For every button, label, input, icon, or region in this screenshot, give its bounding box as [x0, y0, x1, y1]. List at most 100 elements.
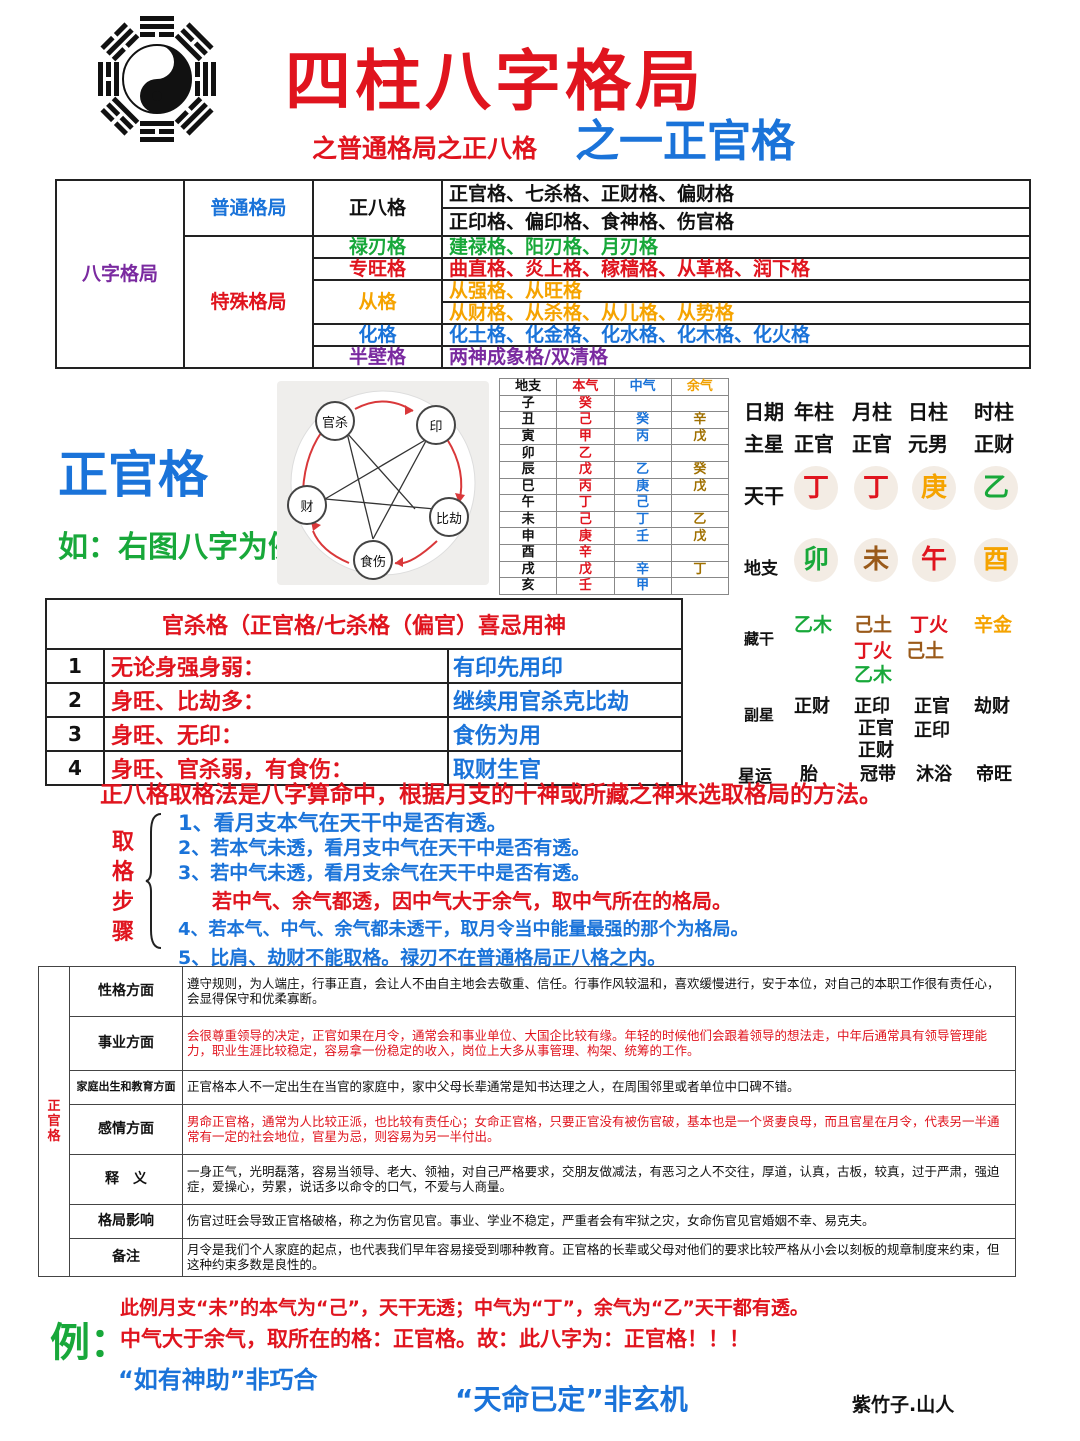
canggan-label: 藏干	[744, 630, 775, 648]
special-value-1: 曲直格、炎上格、稼穑格、从革格、润下格	[441, 257, 1031, 281]
xiji-row-number: 1	[45, 648, 105, 684]
hidden-stems-cell: 甲	[613, 577, 672, 595]
example-note: 如：右图八字为例	[58, 530, 298, 565]
xiji-condition: 无论身强身弱：	[103, 648, 449, 684]
conclusion-line-1: 此例月支“未”的本气为“己”，天干无透；中气为“丁”，余气为“乙”天干都有透。	[120, 1297, 809, 1319]
hidden-stems-cell	[670, 494, 730, 512]
hidden-stems-cell: 丙	[613, 427, 672, 446]
hidden-stems-row: 辰戊乙癸	[498, 460, 730, 479]
traits-value: 会很尊重领导的决定，正官如果在月令，通常会和事业单位、大国企比较有缘。年轻的时候…	[182, 1016, 1016, 1071]
traits-row: 释 义一身正气，光明磊落，容易当领导、老大、领袖，对自己严格要求，交朋友做减法，…	[39, 1154, 1016, 1205]
hidden-stems-cell: 戊	[556, 460, 615, 479]
xiji-table: 官杀格（正官格/七杀格（偏官）喜忌用神 1 无论身强身弱： 有印先用印 2 身旺、比劫多…	[45, 598, 683, 786]
fuxing-label: 副星	[744, 706, 775, 724]
canggan-item: 乙木	[794, 614, 833, 636]
hidden-stems-table: 地支 本气 中气 余气 子癸丑己癸辛寅甲丙戊卯乙辰戊乙癸巳丙庚戊午丁己未己丁乙申庚壬戊…	[498, 378, 730, 595]
hidden-stems-cell	[670, 543, 730, 562]
hidden-stems-row: 子癸	[498, 394, 730, 413]
traits-key: 感情方面	[69, 1104, 183, 1155]
fuxing-item: 正印	[914, 720, 950, 741]
fuxing-item: 正财	[858, 740, 894, 761]
hidden-stems-cell: 丁	[670, 560, 730, 579]
hidden-stems-cell: 己	[613, 494, 672, 512]
hidden-stems-cell: 酉	[498, 543, 558, 562]
hidden-stems-cell: 未	[498, 510, 558, 529]
traits-key: 事业方面	[69, 1016, 183, 1071]
special-label: 特殊格局	[183, 235, 314, 369]
xiji-condition: 身旺、无印：	[103, 716, 449, 752]
canggan-item: 丁火	[854, 640, 893, 662]
traits-row: 格局影响 伤官过旺会导致正官格破格，称之为伤官见官。事业、学业不稳定，严重者会有牢…	[39, 1204, 1016, 1239]
hidden-stems-cell: 辛	[670, 411, 730, 429]
hidden-stems-cell: 子	[498, 394, 558, 413]
quote-2: “天命已定”非玄机	[455, 1383, 688, 1416]
method-steps: 1、看月支本气在天干中是否有透。 2、若本气未透，看月支中气在天干中是否有透。 …	[178, 810, 1058, 972]
hidden-stems-cell: 辛	[556, 543, 615, 562]
canggan-item: 己土	[854, 614, 893, 636]
special-name-0: 禄刃格	[312, 235, 443, 259]
wheel-node-cai: 财	[300, 500, 314, 515]
chart-main-star: 正官	[852, 432, 892, 456]
classification-root: 八字格局	[55, 179, 185, 369]
hidden-stems-cell: 丑	[498, 411, 558, 429]
fuxing-item: 正财	[794, 696, 830, 717]
wheel-node-bijie: 比劫	[435, 512, 462, 527]
traits-row: 正官格性格方面 遵守规则，为人端庄，行事正直，会让人不由自主地会去敬重、信任。行事…	[38, 966, 1016, 1277]
ordinary-label: 普通格局	[183, 179, 314, 237]
hidden-stems-cell: 壬	[613, 527, 672, 545]
hidden-stems-row: 酉辛	[498, 543, 730, 562]
traits-row: 感情方面 男命正官格，通常为人比较正派，也比较有责任心；女命正官格，只要正官没有被…	[39, 1104, 1016, 1155]
method-step-3: 3、若中气未透，看月支余气在天干中是否有透。	[178, 862, 591, 884]
hidden-stems-row: 戌戊辛丁	[498, 560, 730, 579]
traits-row: 家庭出生和教育方面 正官格本人不一定出生在当官的家庭中，家中父母长辈通常是知书达理…	[39, 1070, 1016, 1105]
dizhi-label: 地支	[744, 559, 778, 579]
ordinary-sub: 正八格	[312, 179, 443, 237]
special-value-2b: 从财格、从杀格、从儿格、从势格	[441, 301, 1031, 325]
dizhi-circle: 酉	[974, 538, 1018, 582]
hidden-stems-cell: 丁	[556, 494, 615, 512]
hidden-stems-row: 寅甲丙戊	[498, 427, 730, 446]
special-name-2: 从格	[312, 279, 443, 325]
hidden-stems-cell	[670, 444, 730, 462]
canggan-item: 己土	[906, 640, 945, 662]
conclusion-line-2: 中气大于余气，取所在的格：正官格。故：此八字为：正官格！！！	[120, 1327, 750, 1351]
hidden-stems-cell: 亥	[498, 577, 558, 595]
hidden-stems-cell: 己	[556, 411, 615, 429]
hidden-stems-cell: 癸	[556, 394, 615, 413]
bazi-chart: 日期 年柱 月柱 日柱 时柱 主星 正官 正官 元男 正财 天干 丁丁庚乙 地支 卯未午酉 藏干…	[738, 392, 1038, 787]
tiangan-label: 天干	[744, 484, 784, 508]
fuxing-item: 劫财	[974, 696, 1010, 717]
method-headline: 正八格取格法是八字算命中，根据月支的十神或所藏之神来选取格局的方法。	[100, 782, 882, 808]
hidden-stems-row: 午丁己	[498, 494, 730, 512]
special-name-3: 化格	[312, 323, 443, 347]
xiji-row-number: 4	[45, 750, 105, 786]
hidden-stems-cell: 午	[498, 494, 558, 512]
hidden-stems-cell: 戊	[556, 560, 615, 579]
hidden-stems-cell: 戊	[670, 477, 730, 496]
canggan-item: 乙木	[854, 664, 893, 686]
wheel-node-shishang: 食伤	[359, 555, 386, 570]
method-step-1: 1、看月支本气在天干中是否有透。	[178, 811, 508, 835]
hidden-stems-cell: 巳	[498, 477, 558, 496]
ordinary-line-2: 正印格、偏印格、食神格、伤官格	[441, 207, 1031, 237]
tiangan-circle: 庚	[912, 466, 956, 510]
traits-value: 正官格本人不一定出生在当官的家庭中，家中父母长辈通常是知书达理之人，在周围邻里或…	[182, 1070, 1016, 1105]
chart-header: 月柱	[852, 400, 892, 424]
special-name-4: 半壁格	[312, 345, 443, 369]
hidden-stems-cell: 丁	[613, 510, 672, 529]
author-signature: 紫竹子.山人	[852, 1394, 955, 1416]
traits-key: 格局影响	[69, 1204, 183, 1239]
chart-header: 时柱	[974, 400, 1014, 424]
special-value-0: 建禄格、阳刃格、月刃格	[441, 235, 1031, 259]
traits-row: 备注 月令是我们个人家庭的起点，也代表我们早年容易接受到哪种教育。正官格的长辈或父…	[39, 1238, 1016, 1277]
xiji-usage: 继续用官杀克比劫	[447, 682, 683, 718]
dizhi-circle: 未	[854, 538, 898, 582]
xiji-row: 3 身旺、无印： 食伤为用	[45, 716, 683, 752]
section-title: 正官格	[58, 446, 208, 504]
chart-main-star: 正官	[794, 432, 834, 456]
traits-key: 家庭出生和教育方面	[69, 1070, 183, 1105]
hidden-stems-cell: 乙	[556, 444, 615, 462]
special-value-3: 化土格、化金格、化水格、化木格、化火格	[441, 323, 1031, 347]
hidden-stems-cell: 戌	[498, 560, 558, 579]
chart-header: 日柱	[908, 400, 948, 424]
